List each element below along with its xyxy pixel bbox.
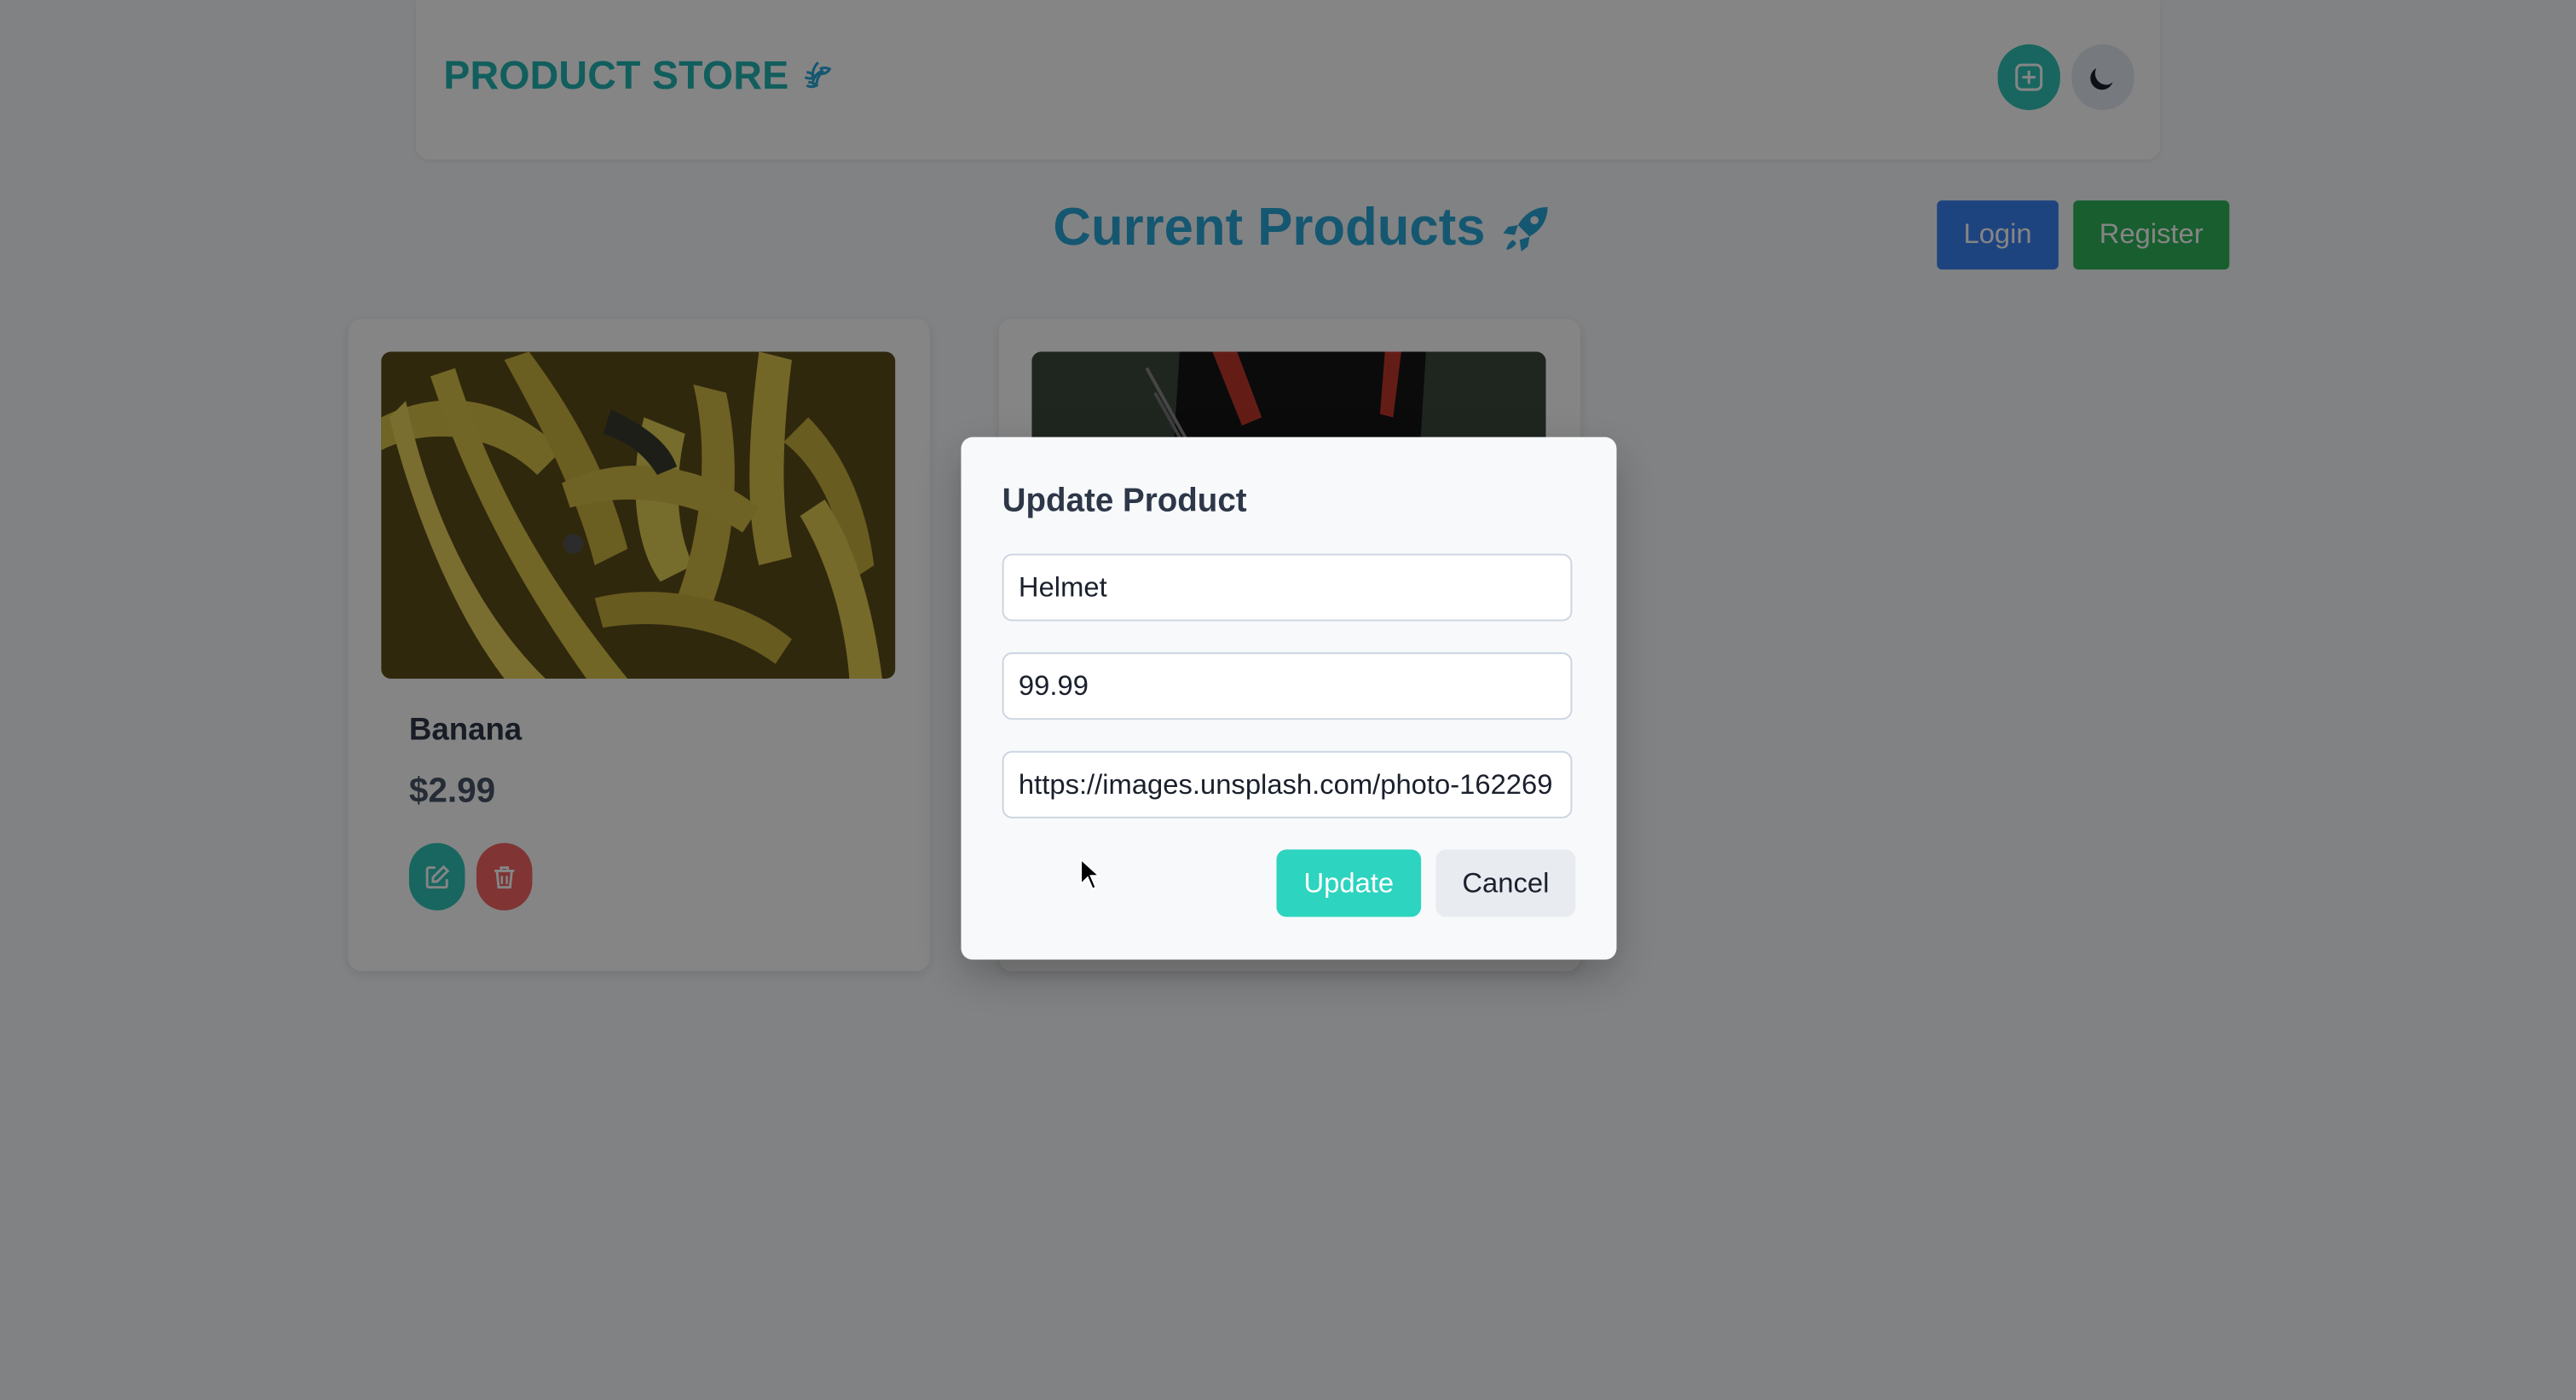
- mouse-cursor-icon: [1080, 858, 1101, 890]
- cancel-button[interactable]: Cancel: [1435, 849, 1576, 917]
- modal-title: Update Product: [1002, 483, 1247, 520]
- product-name-input[interactable]: [1002, 553, 1573, 622]
- product-image-url-input[interactable]: [1002, 750, 1573, 819]
- product-price-input[interactable]: [1002, 652, 1573, 720]
- update-product-modal: Update Product Update Cancel: [961, 437, 1617, 960]
- update-button[interactable]: Update: [1276, 849, 1422, 917]
